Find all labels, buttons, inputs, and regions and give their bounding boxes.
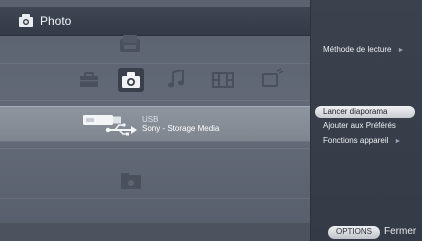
device-title: USB <box>142 115 159 124</box>
content-area: Photo USB Sony - Storage Media <box>0 0 310 241</box>
title-bar: Photo <box>0 7 310 36</box>
menu-item-fonctions-appareil[interactable]: Fonctions appareil ► <box>323 136 401 145</box>
menu-item-label: Méthode de lecture <box>323 45 392 54</box>
chevron-right-icon: ► <box>397 47 405 54</box>
tv-icon[interactable] <box>262 68 284 88</box>
menu-item-label: Ajouter aux Préférés <box>323 121 396 130</box>
footer-left <box>0 223 310 241</box>
category-photo-selected[interactable] <box>118 68 144 92</box>
toolbox-icon[interactable] <box>79 72 99 88</box>
menu-item-label: Lancer diaporama <box>323 107 388 116</box>
film-icon[interactable] <box>212 72 234 88</box>
device-name: Sony - Storage Media <box>142 124 220 133</box>
options-button-label: OPTIONS <box>335 227 372 236</box>
divider <box>0 100 310 101</box>
options-button[interactable]: OPTIONS <box>328 226 380 239</box>
menu-item-ajouter-preferes[interactable]: Ajouter aux Préférés <box>323 121 396 130</box>
menu-item-lancer-diaporama[interactable]: Lancer diaporama <box>315 106 415 118</box>
page-title: Photo <box>40 14 72 28</box>
printer-icon[interactable] <box>118 34 142 54</box>
camera-icon <box>19 14 33 27</box>
divider <box>0 198 310 199</box>
camera-icon <box>122 72 140 88</box>
usb-icon <box>83 115 137 136</box>
music-note-icon[interactable] <box>168 70 184 88</box>
device-row-selected[interactable]: USB Sony - Storage Media <box>0 106 310 142</box>
divider <box>0 63 310 64</box>
close-label: Fermer <box>384 226 417 237</box>
folder-camera-icon[interactable] <box>120 172 142 190</box>
chevron-right-icon: ► <box>394 138 402 145</box>
divider <box>0 148 310 149</box>
options-panel: Méthode de lecture ► Lancer diaporama Ajo… <box>310 0 422 241</box>
menu-item-methode-lecture[interactable]: Méthode de lecture ► <box>323 45 404 54</box>
menu-item-label: Fonctions appareil <box>323 136 389 145</box>
